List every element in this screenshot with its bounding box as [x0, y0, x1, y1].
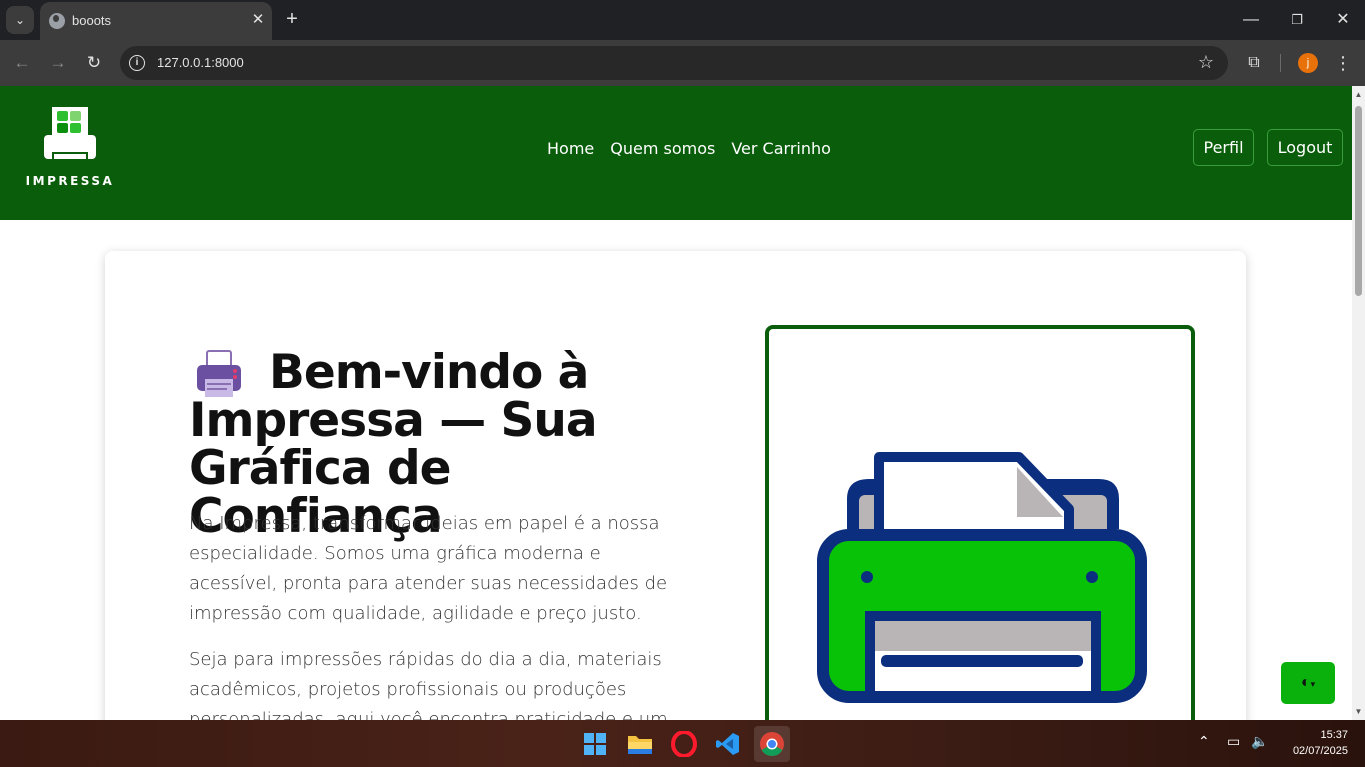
- vscode-icon[interactable]: [710, 726, 746, 762]
- tab-search-icon[interactable]: ⌄: [6, 6, 34, 34]
- impressa-logo[interactable]: IMPRESSA: [16, 104, 124, 192]
- close-icon[interactable]: ✕: [248, 10, 268, 30]
- address-bar[interactable]: i 127.0.0.1:8000 ☆: [120, 46, 1228, 80]
- scroll-down-icon[interactable]: ▼: [1354, 707, 1363, 716]
- minimize-icon[interactable]: —: [1236, 6, 1266, 34]
- site-header: IMPRESSA Home Quem somos Ver Carrinho Pe…: [0, 86, 1352, 220]
- browser-tab-strip: ⌄ booots ✕ + — ❐ ✕: [0, 0, 1365, 40]
- volume-icon[interactable]: 🔈: [1251, 733, 1268, 750]
- forward-icon[interactable]: →: [45, 50, 71, 76]
- tab-title: booots: [72, 13, 112, 28]
- back-icon[interactable]: ←: [9, 50, 35, 76]
- star-icon[interactable]: ☆: [1198, 52, 1214, 73]
- logout-button[interactable]: Logout: [1267, 129, 1343, 166]
- page-viewport: IMPRESSA Home Quem somos Ver Carrinho Pe…: [0, 86, 1352, 720]
- file-explorer-icon[interactable]: [622, 726, 658, 762]
- clock-date[interactable]: 02/07/2025: [1293, 745, 1348, 757]
- opera-icon[interactable]: [666, 726, 702, 762]
- hero-image-frame: [765, 325, 1195, 720]
- menu-icon[interactable]: ⋮: [1330, 50, 1356, 76]
- windows-start-icon[interactable]: [577, 726, 613, 762]
- close-window-icon[interactable]: ✕: [1328, 6, 1358, 34]
- logo-printer-icon: [44, 107, 96, 161]
- toolbar-divider: [1280, 54, 1281, 72]
- main-nav: Home Quem somos Ver Carrinho: [547, 139, 831, 158]
- globe-icon: [49, 13, 65, 29]
- profile-button[interactable]: Perfil: [1193, 129, 1254, 166]
- browser-toolbar: ← → ↻ i 127.0.0.1:8000 ☆ ⧉ j ⋮: [0, 40, 1365, 86]
- extensions-icon[interactable]: ⧉: [1241, 50, 1267, 76]
- scroll-up-icon[interactable]: ▲: [1354, 90, 1363, 99]
- nav-ver-carrinho[interactable]: Ver Carrinho: [731, 139, 831, 158]
- reload-icon[interactable]: ↻: [81, 50, 107, 76]
- restore-icon[interactable]: ❐: [1282, 6, 1312, 34]
- browser-tab[interactable]: booots ✕: [40, 2, 272, 40]
- nav-home[interactable]: Home: [547, 139, 594, 158]
- hero-paragraph-2: Seja para impressões rápidas do dia a di…: [189, 649, 668, 720]
- clock-time[interactable]: 15:37: [1320, 729, 1348, 741]
- info-icon[interactable]: i: [129, 55, 145, 71]
- logo-text: IMPRESSA: [25, 174, 115, 188]
- avatar[interactable]: j: [1298, 53, 1318, 73]
- printer-illustration-icon: [817, 452, 1147, 703]
- network-icon[interactable]: ▭: [1227, 733, 1240, 750]
- url-text[interactable]: 127.0.0.1:8000: [157, 55, 244, 70]
- contrast-icon: ◐: [1300, 674, 1311, 691]
- windows-taskbar: ⌃ ▭ 🔈 15:37 02/07/2025: [0, 720, 1365, 767]
- scroll-thumb[interactable]: [1355, 106, 1362, 296]
- hero-paragraph-1: Na Impressa, transformar ideias em papel…: [189, 513, 668, 624]
- hero-card: Bem-vindo à Impressa — Sua Gráfica de Co…: [105, 251, 1246, 720]
- nav-quem-somos[interactable]: Quem somos: [610, 139, 715, 158]
- plus-icon[interactable]: +: [280, 8, 304, 32]
- theme-toggle-button[interactable]: ◐▾: [1281, 662, 1335, 704]
- chrome-icon[interactable]: [754, 726, 790, 762]
- page-scrollbar[interactable]: ▲ ▼: [1352, 86, 1365, 720]
- tray-expand-icon[interactable]: ⌃: [1198, 733, 1210, 750]
